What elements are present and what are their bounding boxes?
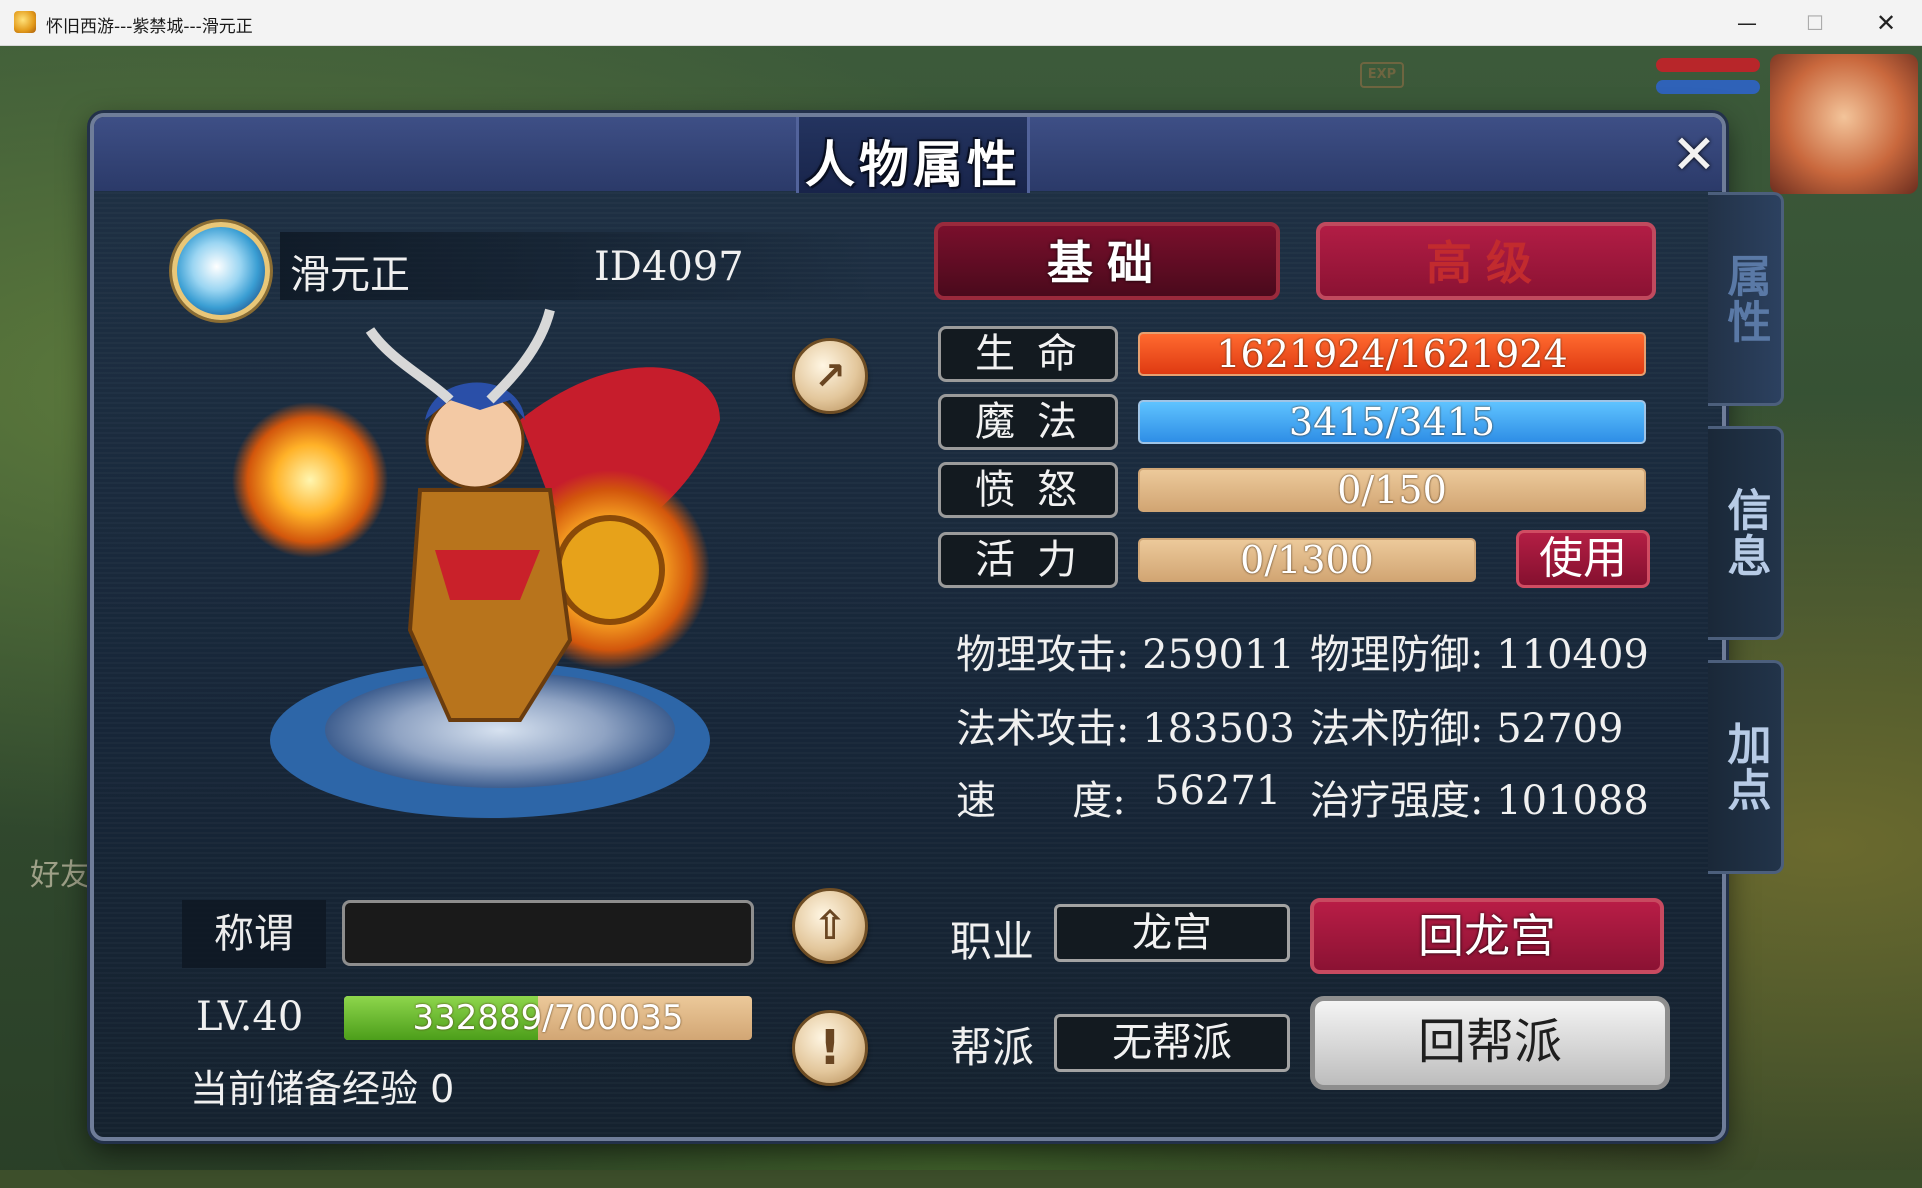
character-id: ID4097 xyxy=(594,244,744,290)
hud-player-avatar[interactable] xyxy=(1770,54,1918,194)
friend-shortcut-label[interactable]: 好友 xyxy=(30,850,90,894)
physical-defense: 物理防御: 110409 xyxy=(1310,632,1649,678)
window-close-button[interactable]: ✕ xyxy=(1852,0,1920,46)
hp-bar: 1621924/1621924 xyxy=(1138,332,1646,376)
exp-current: 332889 xyxy=(412,998,543,1038)
exp-total: /700035 xyxy=(542,998,684,1038)
speed-value: 56271 xyxy=(1154,768,1282,814)
character-portrait xyxy=(232,308,720,818)
side-tab-info-label: 信息 xyxy=(1719,487,1771,579)
window-titlebar: 怀旧西游---紫禁城---滑元正 — ☐ ✕ xyxy=(0,0,1922,46)
side-tab-add-points-label: 加点 xyxy=(1719,721,1771,813)
exclamation-icon[interactable]: ! xyxy=(792,1010,868,1086)
left-flame-orb xyxy=(232,402,388,558)
maximize-button[interactable]: ☐ xyxy=(1781,0,1849,46)
hud-hp-bar xyxy=(1656,58,1760,72)
vigor-label: 活力 xyxy=(938,532,1118,588)
speed-label: 速 度: xyxy=(956,778,1126,824)
guild-value: 无帮派 xyxy=(1054,1014,1290,1072)
hud-mp-bar xyxy=(1656,80,1760,94)
mp-bar: 3415/3415 xyxy=(1138,400,1646,444)
vigor-bar: 0/1300 xyxy=(1138,538,1476,582)
title-label: 称谓 xyxy=(182,900,326,968)
hp-value: 1621924/1621924 xyxy=(1216,332,1568,376)
level-label: LV.40 xyxy=(196,994,304,1040)
side-tab-add-points[interactable]: 加点 xyxy=(1708,660,1784,874)
bottom-chat-strip xyxy=(0,1170,1922,1188)
magic-attack: 法术攻击: 183503 xyxy=(956,706,1295,752)
rage-bar: 0/150 xyxy=(1138,468,1646,512)
panel-close-button[interactable]: ✕ xyxy=(1666,127,1722,183)
rage-value: 0/150 xyxy=(1337,468,1447,512)
share-icon[interactable]: ↗ xyxy=(792,338,868,414)
healing-power: 治疗强度: 101088 xyxy=(1310,778,1649,824)
title-field[interactable] xyxy=(342,900,754,966)
hp-label: 生命 xyxy=(938,326,1118,382)
title-plate: 人物属性 xyxy=(796,117,1030,194)
exp-text: 332889/700035 xyxy=(344,996,752,1040)
profession-value: 龙宫 xyxy=(1054,904,1290,962)
mp-value: 3415/3415 xyxy=(1288,400,1496,444)
magic-defense: 法术防御: 52709 xyxy=(1310,706,1624,752)
app-icon xyxy=(14,11,36,33)
minimize-button[interactable]: — xyxy=(1713,0,1781,46)
reserve-exp: 当前储备经验 0 xyxy=(190,1067,455,1111)
golden-wheel xyxy=(555,515,665,625)
return-to-sect-button[interactable]: 回龙宫 xyxy=(1310,898,1664,974)
window-title: 怀旧西游---紫禁城---滑元正 xyxy=(46,17,253,37)
panel-title: 人物属性 xyxy=(805,136,1021,194)
tab-advanced[interactable]: 高级 xyxy=(1316,222,1656,300)
hud-exp-badge: EXP xyxy=(1360,62,1404,88)
use-vigor-button[interactable]: 使用 xyxy=(1516,530,1650,588)
pheasant-feather-right xyxy=(486,308,555,404)
return-to-guild-button[interactable]: 回帮派 xyxy=(1310,996,1670,1090)
character-name: 滑元正 xyxy=(290,252,410,298)
mp-label: 魔法 xyxy=(938,394,1118,450)
side-tab-attributes[interactable]: 属性 xyxy=(1708,192,1784,406)
upload-icon[interactable]: ⇧ xyxy=(792,888,868,964)
side-tab-attributes-label: 属性 xyxy=(1719,253,1771,345)
rage-label: 愤怒 xyxy=(938,462,1118,518)
physical-attack: 物理攻击: 259011 xyxy=(956,632,1295,678)
vigor-value: 0/1300 xyxy=(1240,538,1374,582)
guild-label: 帮派 xyxy=(950,1023,1035,1072)
pheasant-feather-left xyxy=(365,327,454,404)
profession-label: 职业 xyxy=(950,917,1035,966)
exp-bar: 332889/700035 xyxy=(344,996,752,1040)
tab-basic[interactable]: 基础 xyxy=(934,222,1280,300)
side-tab-info[interactable]: 信息 xyxy=(1708,426,1784,640)
